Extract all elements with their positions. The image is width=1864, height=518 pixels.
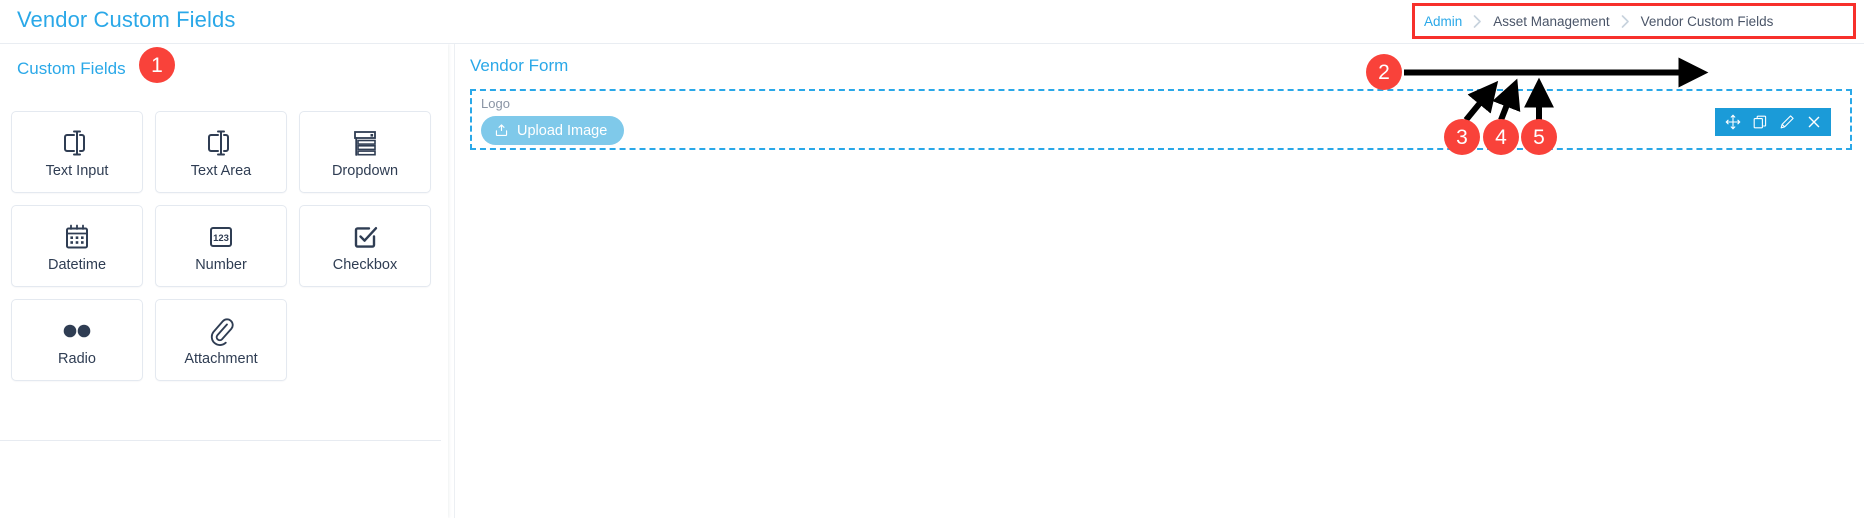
svg-text:123: 123: [213, 233, 229, 244]
field-action-toolbar: [1715, 108, 1831, 136]
vendor-form-panel: Vendor Form Logo Upload Image: [456, 44, 1864, 518]
field-card-label: Checkbox: [332, 256, 398, 273]
breadcrumb-item-asset-management[interactable]: Asset Management: [1493, 14, 1609, 29]
custom-fields-panel-inner: Custom Fields Text Input Text Area Dropd…: [0, 44, 448, 518]
remove-field-button[interactable]: [1800, 108, 1827, 136]
field-card-label: Text Area: [190, 162, 252, 179]
copy-icon: [1752, 114, 1768, 130]
upload-image-button[interactable]: Upload Image: [481, 116, 625, 145]
form-field-label: Logo: [481, 96, 510, 111]
chevron-right-icon: [1621, 14, 1630, 28]
duplicate-field-button[interactable]: [1746, 108, 1773, 136]
checkbox-checked-icon: [351, 220, 379, 254]
annotation-badge-1: 1: [139, 47, 175, 83]
field-card-dropdown[interactable]: Dropdown: [299, 111, 431, 193]
pencil-icon: [1779, 114, 1795, 130]
annotation-badge-5: 5: [1521, 119, 1557, 155]
annotation-badge-2: 2: [1366, 54, 1402, 90]
field-card-label: Radio: [58, 350, 96, 367]
text-area-icon: [205, 126, 237, 160]
field-card-label: Datetime: [47, 256, 107, 273]
custom-fields-title: Custom Fields: [17, 59, 126, 78]
field-card-attachment[interactable]: Attachment: [155, 299, 287, 381]
text-input-icon: [61, 126, 93, 160]
breadcrumb-item-vendor-custom-fields: Vendor Custom Fields: [1640, 13, 1774, 29]
page-title: Vendor Custom Fields: [17, 7, 236, 32]
form-field-logo[interactable]: Logo Upload Image: [470, 89, 1852, 150]
upload-icon: [494, 123, 509, 138]
vendor-custom-fields-page: Vendor Custom Fields Admin Asset Managem…: [0, 0, 1864, 518]
breadcrumb: Admin Asset Management Vendor Custom Fie…: [1412, 3, 1856, 39]
number-123-icon: 123: [207, 220, 235, 254]
annotation-badge-3: 3: [1444, 119, 1480, 155]
field-type-grid: Text Input Text Area Dropdown Datetime 1…: [11, 111, 431, 381]
field-card-label: Text Input: [45, 162, 109, 179]
paperclip-icon: [207, 314, 235, 348]
page-header: Vendor Custom Fields Admin Asset Managem…: [0, 0, 1864, 44]
radio-dots-icon: [60, 314, 94, 348]
field-card-number[interactable]: 123 Number: [155, 205, 287, 287]
close-x-icon: [1806, 114, 1822, 130]
panel-divider: [0, 440, 441, 441]
field-card-radio[interactable]: Radio: [11, 299, 143, 381]
move-field-button[interactable]: [1719, 108, 1746, 136]
field-card-label: Attachment: [184, 350, 258, 367]
field-card-text-area[interactable]: Text Area: [155, 111, 287, 193]
field-card-datetime[interactable]: Datetime: [11, 205, 143, 287]
annotation-badge-4: 4: [1483, 119, 1519, 155]
chevron-right-icon: [1473, 14, 1482, 28]
edit-field-button[interactable]: [1773, 108, 1800, 136]
custom-fields-panel: Custom Fields Text Input Text Area Dropd…: [0, 44, 455, 518]
field-card-text-input[interactable]: Text Input: [11, 111, 143, 193]
arrows-move-icon: [1725, 114, 1741, 130]
dropdown-icon: [350, 126, 380, 160]
calendar-icon: [63, 220, 91, 254]
breadcrumb-item-admin[interactable]: Admin: [1424, 14, 1462, 29]
vendor-form-title: Vendor Form: [470, 56, 569, 75]
field-card-label: Dropdown: [331, 162, 399, 179]
field-card-checkbox[interactable]: Checkbox: [299, 205, 431, 287]
field-card-label: Number: [195, 256, 247, 273]
upload-image-label: Upload Image: [517, 122, 608, 139]
